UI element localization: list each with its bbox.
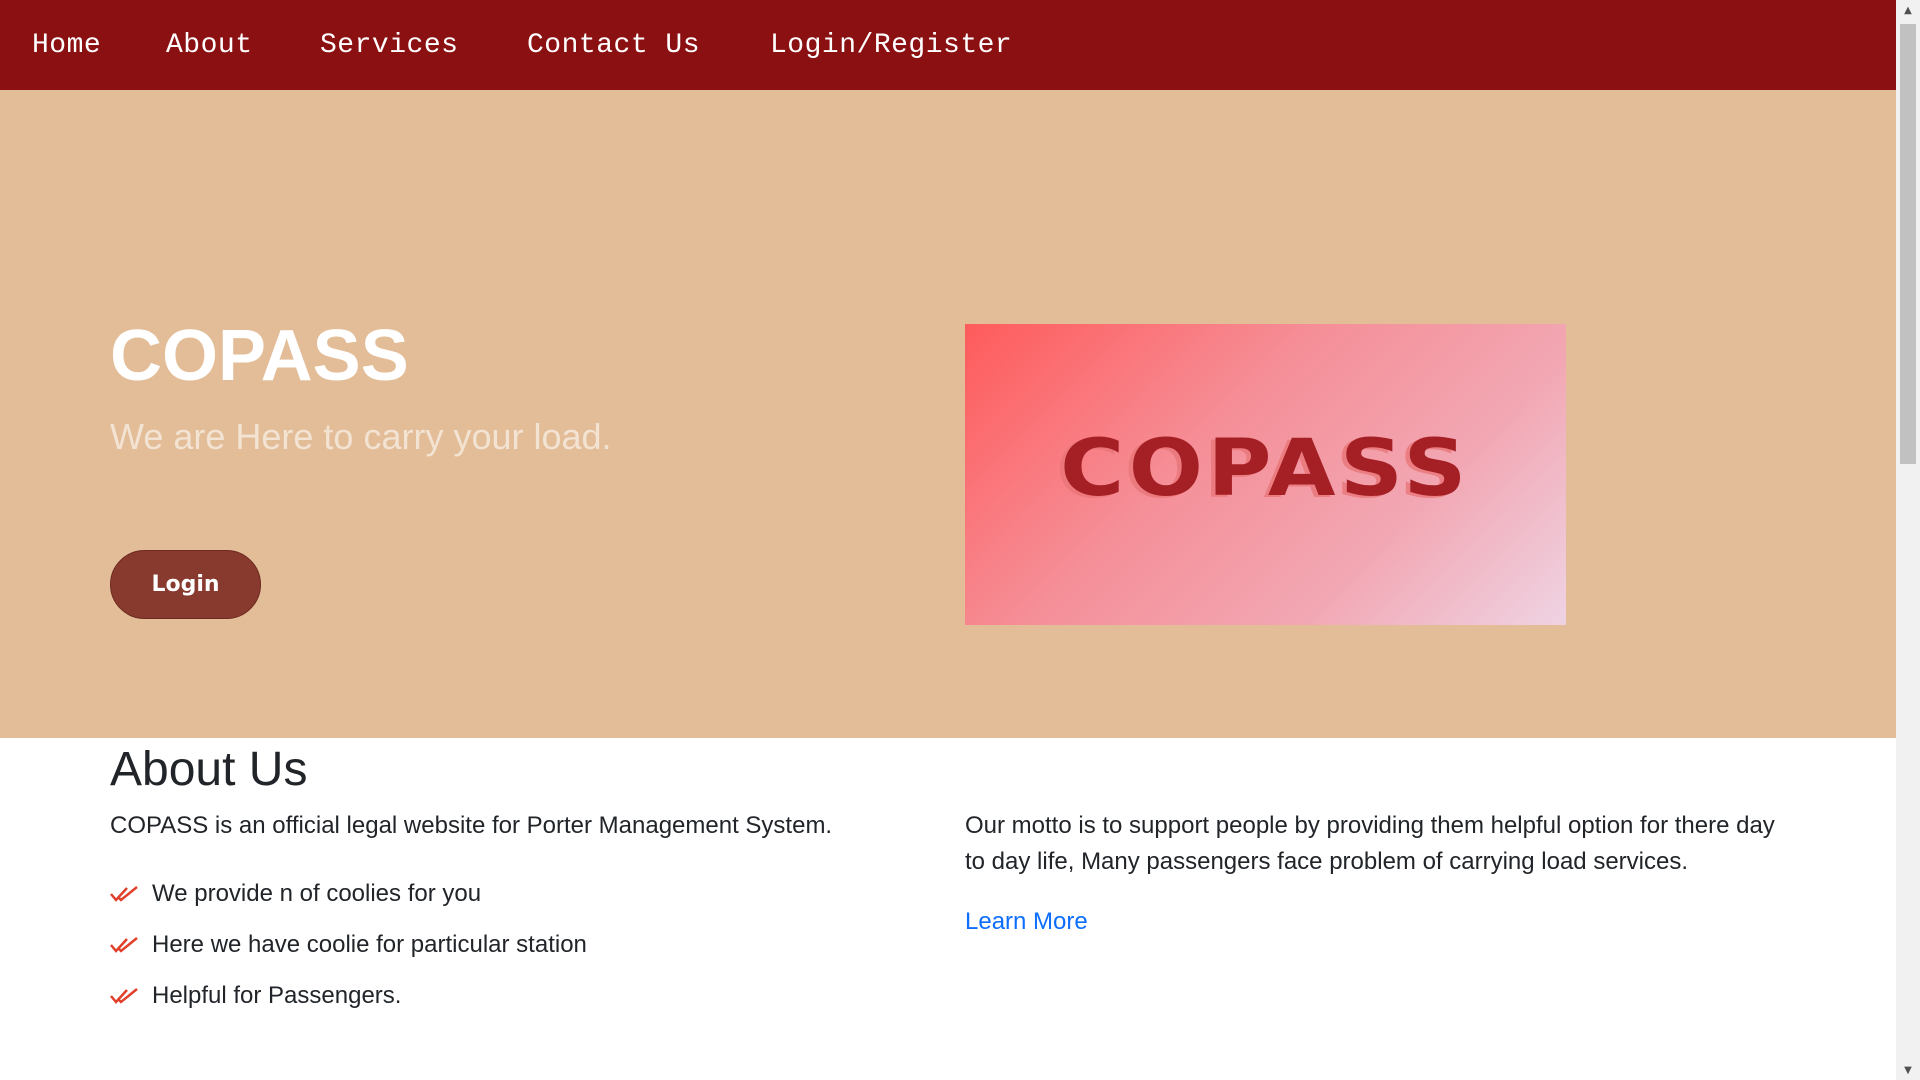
copass-logo-image: COPASS [965,324,1566,625]
about-intro: COPASS is an official legal website for … [110,812,833,839]
nav-login-register-link[interactable]: Login/Register [770,30,1012,61]
about-section: About Us COPASS is an official legal web… [0,738,1896,1080]
navbar: Home About Services Contact Us Login/Reg… [0,0,1896,90]
double-check-icon [110,936,138,953]
scroll-down-arrow-icon[interactable]: ▼ [1896,1060,1920,1080]
nav-about-link[interactable]: About [166,30,253,61]
double-check-icon [110,987,138,1004]
list-item: Helpful for Passengers. [110,970,587,1021]
nav-services-link[interactable]: Services [320,30,458,61]
page: Home About Services Contact Us Login/Reg… [0,0,1896,1080]
list-item: Here we have coolie for particular stati… [110,919,587,970]
list-item-text: We provide n of coolies for you [152,879,482,907]
about-motto: Our motto is to support people by provid… [965,812,1775,875]
about-heading: About Us [110,743,308,796]
list-item: We provide n of coolies for you [110,868,587,919]
hero-section: COPASS We are Here to carry your load. L… [0,90,1896,738]
scroll-up-arrow-icon[interactable]: ▲ [1896,0,1920,20]
hero-subtitle: We are Here to carry your load. [110,416,612,457]
vertical-scrollbar[interactable]: ▲ ▼ [1896,0,1920,1080]
hero-title: COPASS [110,316,409,396]
copass-logo-text: COPASS [1060,424,1471,514]
scrollbar-thumb[interactable] [1900,24,1916,464]
hero-login-button[interactable]: Login [110,550,261,619]
about-list: We provide n of coolies for you Here we … [110,868,587,1021]
list-item-text: Helpful for Passengers. [152,981,402,1009]
list-item-text: Here we have coolie for particular stati… [152,930,587,958]
nav-home-link[interactable]: Home [32,30,101,61]
double-check-icon [110,885,138,902]
learn-more-link[interactable]: Learn More [965,908,1088,936]
nav-contact-link[interactable]: Contact Us [527,30,700,61]
